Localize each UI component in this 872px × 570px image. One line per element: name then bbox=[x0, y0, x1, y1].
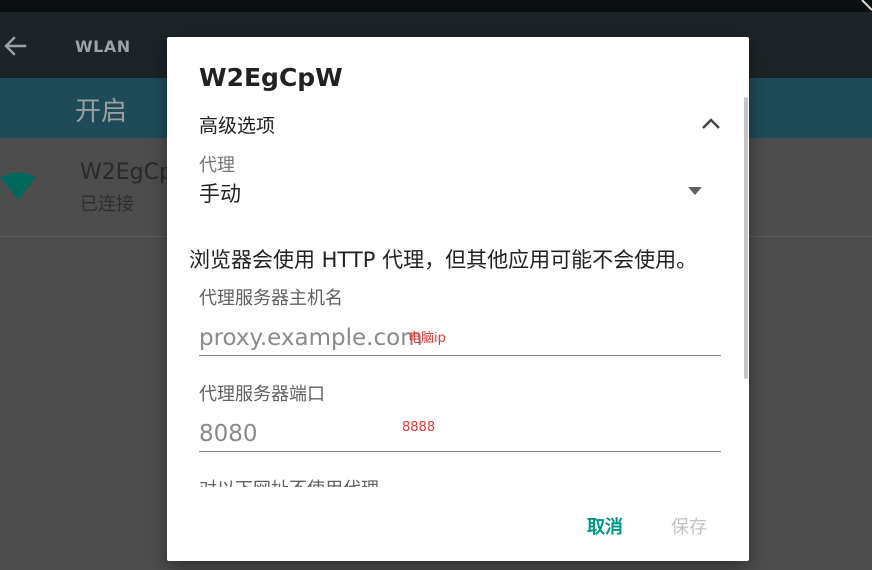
hostname-annotation: 电脑ip bbox=[408, 331, 446, 346]
dialog-scrollbar[interactable] bbox=[744, 97, 748, 379]
dialog-title: W2EgCpW bbox=[199, 63, 343, 92]
app-title: WLAN bbox=[75, 37, 131, 56]
save-button[interactable]: 保存 bbox=[671, 513, 707, 539]
cancel-button[interactable]: 取消 bbox=[587, 513, 623, 539]
status-bar bbox=[0, 0, 872, 12]
proxy-info-text: 浏览器会使用 HTTP 代理，但其他应用可能不会使用。 bbox=[189, 248, 698, 272]
chevron-up-icon[interactable] bbox=[700, 115, 722, 131]
network-dialog: W2EgCpW 高级选项 代理 手动 浏览器会使用 HTTP 代理，但其他应用可… bbox=[167, 37, 749, 561]
proxy-port-label: 代理服务器端口 bbox=[199, 384, 325, 405]
corner-arrow-icon bbox=[861, 0, 872, 11]
back-arrow-icon[interactable] bbox=[2, 33, 28, 59]
proxy-caption: 代理 bbox=[199, 155, 235, 176]
bypass-proxy-label: 对以下网址不使用代理 bbox=[199, 475, 379, 487]
proxy-hostname-label: 代理服务器主机名 bbox=[199, 288, 343, 309]
wlan-switch-label: 开启 bbox=[75, 97, 128, 127]
advanced-options-toggle[interactable]: 高级选项 bbox=[199, 111, 275, 138]
wifi-signal-icon bbox=[0, 172, 36, 200]
network-status: 已连接 bbox=[80, 194, 134, 215]
dropdown-arrow-icon[interactable] bbox=[687, 186, 703, 196]
dialog-scroll-content[interactable]: 高级选项 代理 手动 浏览器会使用 HTTP 代理，但其他应用可能不会使用。 代… bbox=[167, 97, 749, 487]
proxy-hostname-input[interactable] bbox=[199, 321, 721, 356]
proxy-port-input[interactable] bbox=[199, 417, 721, 452]
proxy-select[interactable]: 手动 bbox=[199, 178, 241, 208]
port-annotation: 8888 bbox=[402, 420, 436, 435]
